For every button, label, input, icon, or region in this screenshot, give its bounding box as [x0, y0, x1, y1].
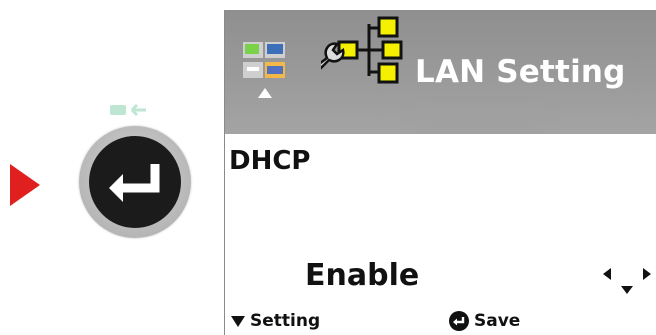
setting-label: DHCP — [229, 146, 311, 176]
printer-panel-illustration: LAN Setting DHCP Enable Setting Save — [0, 0, 656, 335]
screen-title: LAN Setting — [415, 54, 626, 90]
pointer-arrow-icon — [10, 164, 40, 206]
lcd-screen: LAN Setting DHCP Enable Setting Save — [224, 10, 656, 335]
screen-footer: Setting Save — [225, 308, 656, 334]
app-menu-icon — [243, 42, 285, 98]
key-hint-icon — [110, 103, 146, 117]
down-arrow-icon — [231, 315, 245, 327]
navigation-arrows-icon — [603, 268, 651, 294]
lan-network-wrench-icon — [321, 16, 403, 84]
footer-setting[interactable]: Setting — [231, 308, 320, 334]
header-background-blur — [415, 110, 545, 134]
footer-setting-label: Setting — [250, 311, 321, 331]
enter-icon — [449, 311, 469, 331]
enter-key-face — [89, 136, 181, 228]
footer-save[interactable]: Save — [449, 308, 520, 334]
footer-save-label: Save — [474, 311, 521, 331]
setting-value[interactable]: Enable — [305, 258, 419, 293]
enter-key-icon — [109, 164, 160, 202]
enter-key-button[interactable] — [79, 126, 191, 238]
screen-header: LAN Setting — [225, 10, 656, 134]
